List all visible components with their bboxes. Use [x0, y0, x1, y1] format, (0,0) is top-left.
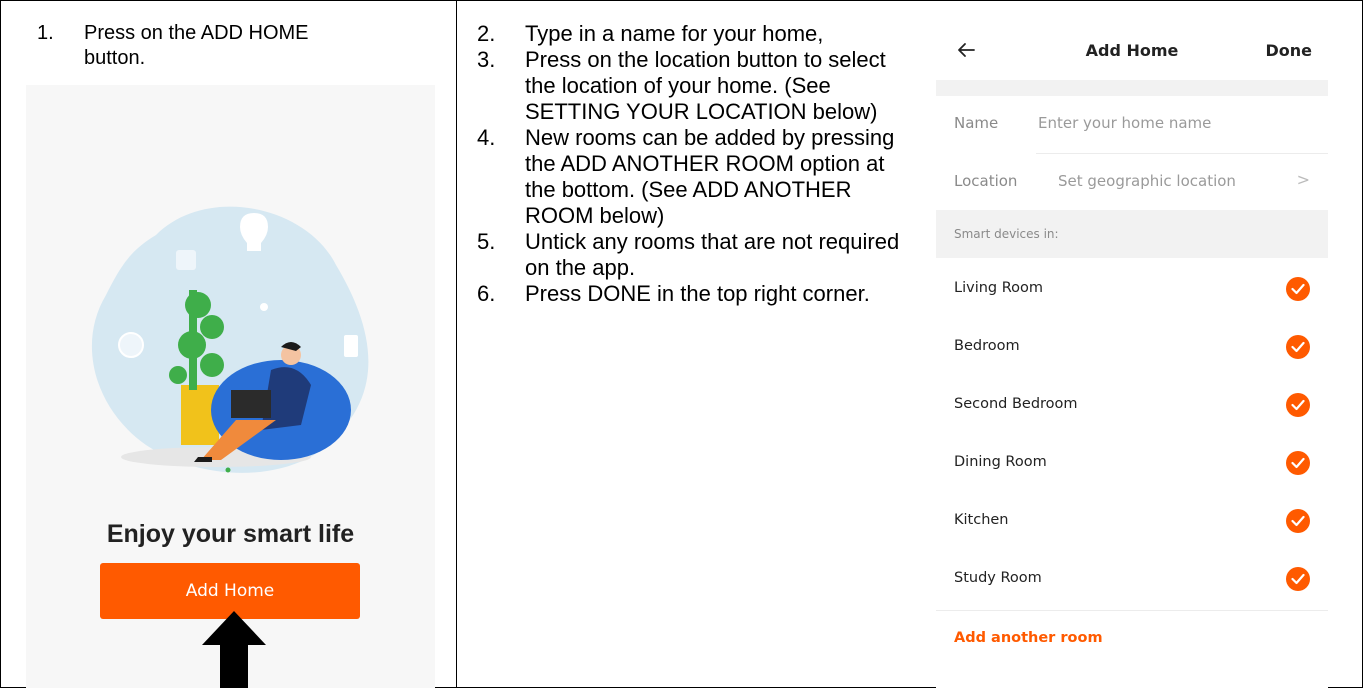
step-text: Type in a name for your home, — [525, 21, 824, 46]
step-number: 6. — [477, 281, 496, 306]
room-name: Kitchen — [954, 512, 1009, 528]
step1-cell: 1. Press on the ADD HOME button. Enjoy y… — [1, 1, 456, 688]
checkmark-icon[interactable] — [1286, 509, 1310, 533]
step1-number: 1. — [37, 22, 54, 44]
list-item: 2. Type in a name for your home, — [477, 21, 917, 47]
step-number: 5. — [477, 229, 496, 254]
done-button[interactable]: Done — [1265, 41, 1312, 60]
add-home-screen-screenshot: Add Home Done Name Enter your home name … — [936, 20, 1328, 688]
header-spacer — [936, 80, 1328, 96]
list-item: 3. Press on the location button to selec… — [477, 47, 917, 125]
smart-devices-section-header: Smart devices in: — [936, 210, 1328, 258]
checkmark-icon[interactable] — [1286, 335, 1310, 359]
section-header-label: Smart devices in: — [954, 227, 1059, 241]
step-text: New rooms can be added by pressing the A… — [525, 125, 895, 228]
app-header: Add Home Done — [936, 20, 1328, 80]
location-label: Location — [954, 172, 1018, 190]
step-number: 3. — [477, 47, 496, 72]
room-name: Bedroom — [954, 338, 1020, 354]
step1-text-line1: Press on the ADD HOME — [84, 22, 309, 44]
steps-cell: 2. Type in a name for your home, 3. Pres… — [457, 1, 935, 687]
checkmark-icon[interactable] — [1286, 277, 1310, 301]
location-value[interactable]: Set geographic location — [1058, 172, 1236, 190]
room-row-bedroom[interactable]: Bedroom — [936, 318, 1328, 376]
room-name: Living Room — [954, 280, 1044, 296]
room-row-study-room[interactable]: Study Room — [936, 550, 1328, 608]
list-item: 4. New rooms can be added by pressing th… — [477, 125, 917, 229]
checkmark-icon[interactable] — [1286, 451, 1310, 475]
location-field-row[interactable]: Location Set geographic location > — [936, 154, 1328, 212]
divider — [936, 610, 1328, 611]
checkmark-icon[interactable] — [1286, 567, 1310, 591]
checkmark-icon[interactable] — [1286, 393, 1310, 417]
step1-text-line2: button. — [84, 47, 146, 69]
up-arrow-icon — [202, 611, 266, 688]
room-name: Study Room — [954, 570, 1042, 586]
list-item: 5. Untick any rooms that are not require… — [477, 229, 917, 281]
name-label: Name — [954, 114, 999, 132]
chevron-right-icon: > — [1296, 170, 1310, 189]
smart-life-illustration — [91, 206, 369, 473]
step-number: 4. — [477, 125, 496, 150]
step-number: 2. — [477, 21, 496, 46]
name-input[interactable]: Enter your home name — [1038, 114, 1211, 132]
room-name: Dining Room — [954, 454, 1047, 470]
room-row-dining-room[interactable]: Dining Room — [936, 434, 1328, 492]
step-text: Press DONE in the top right corner. — [525, 281, 870, 306]
add-another-room-link[interactable]: Add another room — [954, 630, 1103, 646]
step-text: Press on the location button to select t… — [525, 47, 886, 124]
step-text: Untick any rooms that are not required o… — [525, 229, 900, 280]
home-screen-screenshot: Enjoy your smart life Add Home — [26, 85, 435, 688]
steps-list: 2. Type in a name for your home, 3. Pres… — [477, 21, 917, 307]
enjoy-tagline: Enjoy your smart life — [106, 520, 355, 548]
room-row-living-room[interactable]: Living Room — [936, 260, 1328, 318]
room-row-second-bedroom[interactable]: Second Bedroom — [936, 376, 1328, 434]
room-name: Second Bedroom — [954, 396, 1078, 412]
list-item: 6. Press DONE in the top right corner. — [477, 281, 917, 307]
room-row-kitchen[interactable]: Kitchen — [936, 492, 1328, 550]
name-field-row[interactable]: Name Enter your home name — [936, 96, 1328, 154]
